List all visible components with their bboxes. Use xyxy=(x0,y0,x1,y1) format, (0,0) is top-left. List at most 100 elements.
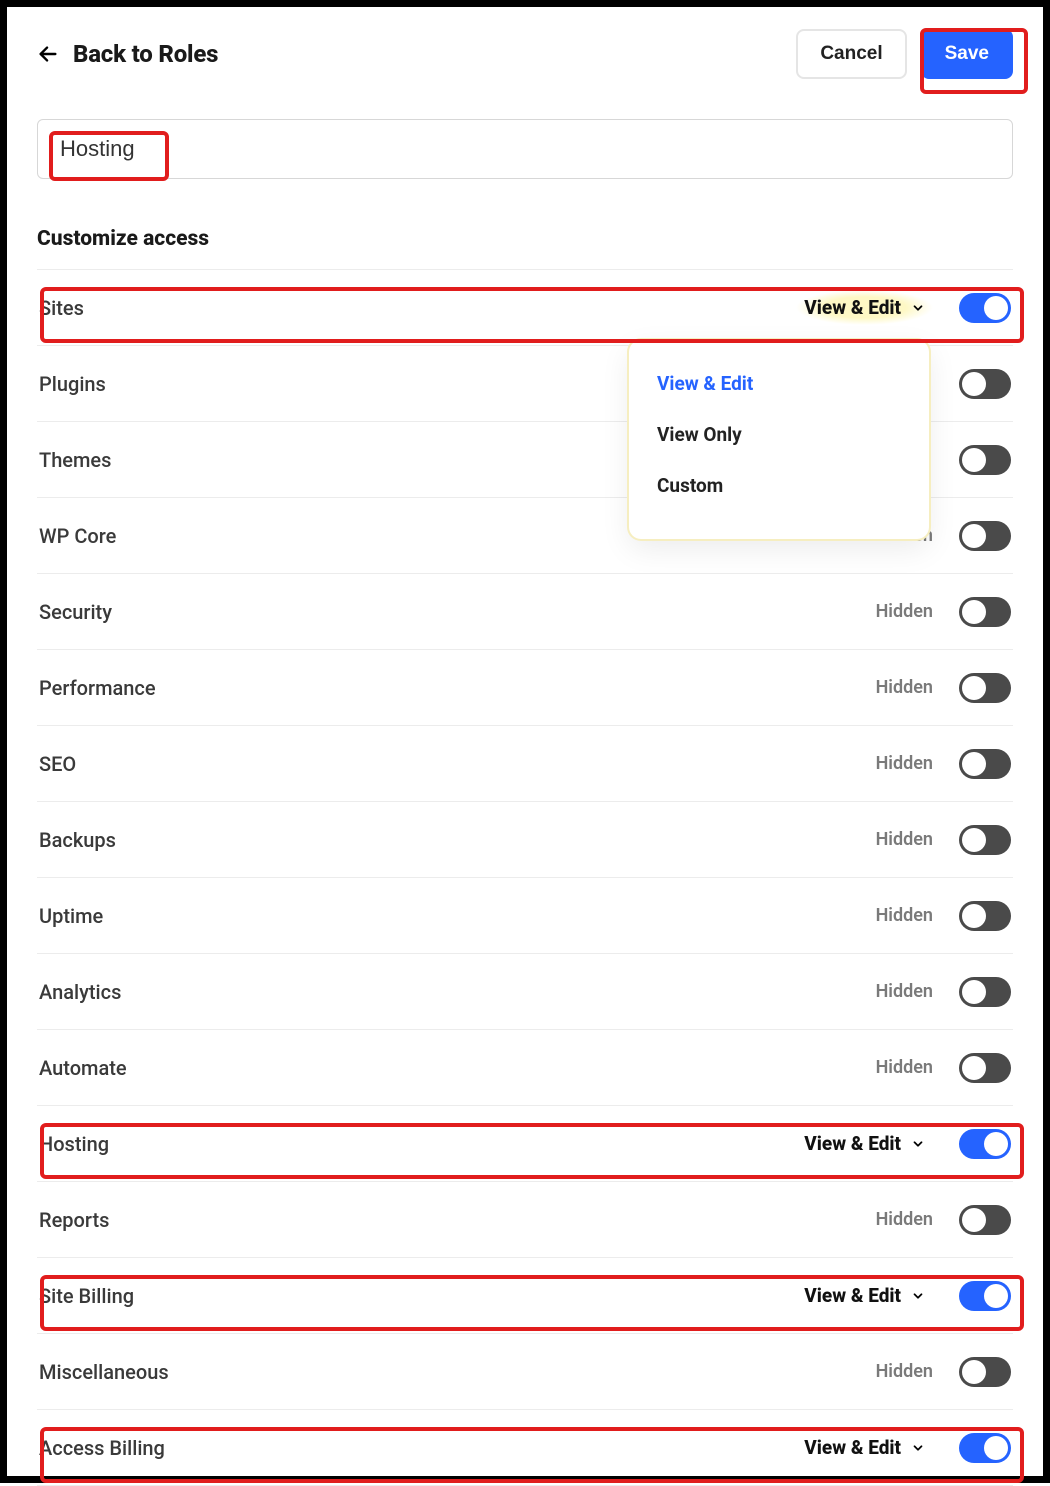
access-row-label: SEO xyxy=(39,752,76,776)
access-row-miscellaneous: MiscellaneousHidden xyxy=(37,1334,1013,1410)
cancel-button[interactable]: Cancel xyxy=(796,29,906,79)
access-level-label: View & Edit xyxy=(804,1284,901,1307)
access-row-access-billing: Access BillingView & Edit xyxy=(37,1410,1013,1486)
access-level-menu: View & EditView OnlyCustom xyxy=(629,340,929,539)
toggle-seo[interactable] xyxy=(959,749,1011,779)
toggle-knob xyxy=(984,296,1008,320)
toggle-knob xyxy=(984,1132,1008,1156)
section-title: Customize access xyxy=(37,227,1013,251)
save-button[interactable]: Save xyxy=(921,29,1013,79)
access-level-label: View & Edit xyxy=(804,1132,901,1155)
toggle-knob xyxy=(962,372,986,396)
chevron-down-icon xyxy=(911,1137,925,1151)
access-level-menu-item[interactable]: View Only xyxy=(629,409,929,460)
toggle-automate[interactable] xyxy=(959,1053,1011,1083)
chevron-down-icon xyxy=(911,301,925,315)
toggle-knob xyxy=(962,1056,986,1080)
toggle-security[interactable] xyxy=(959,597,1011,627)
role-name-field-wrap xyxy=(37,119,1013,179)
back-to-roles-button[interactable]: Back to Roles xyxy=(37,40,218,68)
status-hidden-label: Hidden xyxy=(876,753,933,774)
toggle-knob xyxy=(962,828,986,852)
toggle-backups[interactable] xyxy=(959,825,1011,855)
access-row-controls: Hidden xyxy=(876,673,1011,703)
access-level-select-hosting[interactable]: View & Edit xyxy=(796,1126,933,1161)
status-hidden-label: Hidden xyxy=(876,829,933,850)
toggle-reports[interactable] xyxy=(959,1205,1011,1235)
access-row-backups: Backups Hidden xyxy=(37,802,1013,878)
toggle-knob xyxy=(962,524,986,548)
status-hidden-label: Hidden xyxy=(876,1209,933,1230)
toggle-analytics[interactable] xyxy=(959,977,1011,1007)
access-row-site-billing: Site BillingView & Edit xyxy=(37,1258,1013,1334)
chevron-down-icon xyxy=(911,1441,925,1455)
access-row-seo: SEO Hidden xyxy=(37,726,1013,802)
access-row-controls: Hidden xyxy=(876,977,1011,1007)
status-hidden-label: Hidden xyxy=(876,1361,933,1382)
access-row-label: Uptime xyxy=(39,904,103,928)
toggle-hosting[interactable] xyxy=(959,1129,1011,1159)
access-row-label: Plugins xyxy=(39,372,106,396)
access-row-controls: View & Edit xyxy=(796,1278,1011,1313)
toggle-miscellaneous[interactable] xyxy=(959,1357,1011,1387)
access-row-controls: Hidden xyxy=(876,901,1011,931)
toggle-knob xyxy=(984,1284,1008,1308)
access-row-label: Hosting xyxy=(39,1132,109,1156)
access-row-controls: Hidden xyxy=(876,1205,1011,1235)
toggle-plugins[interactable] xyxy=(959,369,1011,399)
access-row-controls xyxy=(959,445,1011,475)
toggle-uptime[interactable] xyxy=(959,901,1011,931)
access-row-label: Backups xyxy=(39,828,116,852)
access-row-sites: SitesView & EditView & EditView OnlyCust… xyxy=(37,270,1013,346)
access-level-select-sites[interactable]: View & Edit xyxy=(796,290,933,325)
back-label: Back to Roles xyxy=(73,40,218,68)
status-hidden-label: Hidden xyxy=(876,1057,933,1078)
access-row-label: Automate xyxy=(39,1056,127,1080)
page-header: Back to Roles Cancel Save xyxy=(37,29,1013,79)
access-level-menu-item[interactable]: View & Edit xyxy=(629,358,929,409)
access-row-controls xyxy=(959,369,1011,399)
toggle-knob xyxy=(962,1208,986,1232)
access-level-label: View & Edit xyxy=(804,1436,901,1459)
toggle-knob xyxy=(962,448,986,472)
access-level-label: View & Edit xyxy=(804,296,901,319)
access-row-controls: Hidden xyxy=(876,1053,1011,1083)
toggle-performance[interactable] xyxy=(959,673,1011,703)
access-row-performance: PerformanceHidden xyxy=(37,650,1013,726)
access-row-label: WP Core xyxy=(39,524,116,548)
access-row-controls: View & Edit xyxy=(796,1430,1011,1465)
access-row-uptime: Uptime Hidden xyxy=(37,878,1013,954)
toggle-knob xyxy=(962,600,986,624)
toggle-site-billing[interactable] xyxy=(959,1281,1011,1311)
toggle-knob xyxy=(984,1436,1008,1460)
access-rows: SitesView & EditView & EditView OnlyCust… xyxy=(37,269,1013,1486)
toggle-access-billing[interactable] xyxy=(959,1433,1011,1463)
access-row-controls: Hidden xyxy=(876,749,1011,779)
access-row-label: Themes xyxy=(39,448,111,472)
toggle-wp-core[interactable] xyxy=(959,521,1011,551)
access-row-security: Security Hidden xyxy=(37,574,1013,650)
toggle-knob xyxy=(962,676,986,700)
access-row-automate: Automate Hidden xyxy=(37,1030,1013,1106)
role-name-input[interactable] xyxy=(52,130,272,168)
access-level-menu-item[interactable]: Custom xyxy=(629,460,929,511)
toggle-themes[interactable] xyxy=(959,445,1011,475)
access-row-controls: Hidden xyxy=(876,597,1011,627)
access-row-analytics: Analytics Hidden xyxy=(37,954,1013,1030)
access-row-reports: Reports Hidden xyxy=(37,1182,1013,1258)
status-hidden-label: Hidden xyxy=(876,677,933,698)
arrow-left-icon xyxy=(37,43,59,65)
access-level-select-access-billing[interactable]: View & Edit xyxy=(796,1430,933,1465)
status-hidden-label: Hidden xyxy=(876,601,933,622)
access-row-controls: View & EditView & EditView OnlyCustom xyxy=(796,290,1011,325)
toggle-sites[interactable] xyxy=(959,293,1011,323)
access-row-hosting: Hosting View & Edit xyxy=(37,1106,1013,1182)
status-hidden-label: Hidden xyxy=(876,905,933,926)
access-row-label: Reports xyxy=(39,1208,109,1232)
toggle-knob xyxy=(962,752,986,776)
access-row-label: Security xyxy=(39,600,112,624)
toggle-knob xyxy=(962,980,986,1004)
header-actions: Cancel Save xyxy=(796,29,1013,79)
access-level-select-site-billing[interactable]: View & Edit xyxy=(796,1278,933,1313)
access-row-label: Analytics xyxy=(39,980,121,1004)
